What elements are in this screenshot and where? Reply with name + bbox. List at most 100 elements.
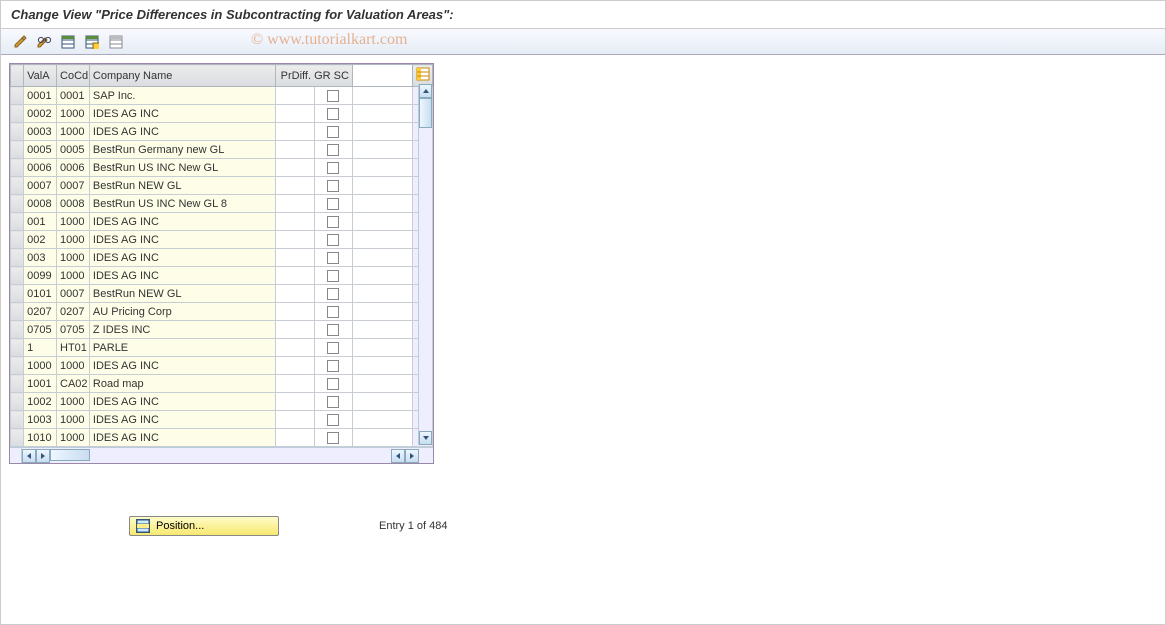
cell-prdiff-checkbox[interactable] [314,123,352,141]
cell-vala[interactable]: 0207 [24,303,57,321]
checkbox-icon[interactable] [327,126,339,138]
cell-vala[interactable]: 0002 [24,105,57,123]
select-all-icon[interactable] [59,33,77,51]
cell-cocd[interactable]: 0008 [57,195,90,213]
cell-prdiff-checkbox[interactable] [314,231,352,249]
cell-company-name[interactable]: IDES AG INC [89,249,275,267]
row-select-handle[interactable] [11,159,24,177]
row-select-handle[interactable] [11,429,24,447]
cell-cocd[interactable]: 1000 [57,123,90,141]
scroll-track[interactable] [419,98,432,431]
row-select-handle[interactable] [11,321,24,339]
cell-vala[interactable]: 0008 [24,195,57,213]
checkbox-icon[interactable] [327,414,339,426]
row-select-handle[interactable] [11,285,24,303]
checkbox-icon[interactable] [327,144,339,156]
cell-cocd[interactable]: 1000 [57,267,90,285]
row-select-handle[interactable] [11,303,24,321]
cell-cocd[interactable]: 1000 [57,357,90,375]
deselect-all-icon[interactable] [107,33,125,51]
cell-prdiff-checkbox[interactable] [314,177,352,195]
cell-company-name[interactable]: IDES AG INC [89,429,275,447]
cell-vala[interactable]: 0003 [24,123,57,141]
cell-cocd[interactable]: 1000 [57,105,90,123]
cell-company-name[interactable]: IDES AG INC [89,411,275,429]
cell-vala[interactable]: 1 [24,339,57,357]
row-select-handle[interactable] [11,123,24,141]
checkbox-icon[interactable] [327,288,339,300]
cell-prdiff-checkbox[interactable] [314,357,352,375]
cell-vala[interactable]: 1000 [24,357,57,375]
cell-vala[interactable]: 0007 [24,177,57,195]
row-select-handle[interactable] [11,267,24,285]
position-button[interactable]: Position... [129,516,279,536]
checkbox-icon[interactable] [327,396,339,408]
vertical-scrollbar[interactable] [418,84,432,445]
col-header-vala[interactable]: ValA [24,65,57,87]
cell-cocd[interactable]: 1000 [57,411,90,429]
checkbox-icon[interactable] [327,342,339,354]
cell-vala[interactable]: 0101 [24,285,57,303]
cell-vala[interactable]: 002 [24,231,57,249]
row-select-handle[interactable] [11,249,24,267]
checkbox-icon[interactable] [327,90,339,102]
cell-cocd[interactable]: 0001 [57,87,90,105]
hscroll-track[interactable] [50,449,391,463]
checkbox-icon[interactable] [327,216,339,228]
cell-cocd[interactable]: 0007 [57,177,90,195]
cell-cocd[interactable]: 0705 [57,321,90,339]
row-select-handle[interactable] [11,177,24,195]
cell-cocd[interactable]: CA02 [57,375,90,393]
cell-prdiff-checkbox[interactable] [314,213,352,231]
cell-prdiff-checkbox[interactable] [314,267,352,285]
cell-company-name[interactable]: BestRun Germany new GL [89,141,275,159]
cell-company-name[interactable]: IDES AG INC [89,105,275,123]
cell-cocd[interactable]: HT01 [57,339,90,357]
checkbox-icon[interactable] [327,360,339,372]
cell-prdiff-checkbox[interactable] [314,429,352,447]
scroll-left-button[interactable] [22,449,36,463]
checkbox-icon[interactable] [327,432,339,444]
row-select-handle[interactable] [11,339,24,357]
cell-company-name[interactable]: Road map [89,375,275,393]
cell-prdiff-checkbox[interactable] [314,321,352,339]
cell-vala[interactable]: 0705 [24,321,57,339]
cell-prdiff-checkbox[interactable] [314,285,352,303]
scroll-down-button[interactable] [419,431,432,445]
cell-prdiff-checkbox[interactable] [314,105,352,123]
cell-company-name[interactable]: BestRun US INC New GL [89,159,275,177]
cell-prdiff-checkbox[interactable] [314,303,352,321]
row-select-handle[interactable] [11,105,24,123]
cell-company-name[interactable]: Z IDES INC [89,321,275,339]
checkbox-icon[interactable] [327,306,339,318]
cell-prdiff-checkbox[interactable] [314,249,352,267]
cell-company-name[interactable]: BestRun NEW GL [89,285,275,303]
cell-company-name[interactable]: BestRun NEW GL [89,177,275,195]
cell-cocd[interactable]: 0006 [57,159,90,177]
checkbox-icon[interactable] [327,324,339,336]
cell-prdiff-checkbox[interactable] [314,375,352,393]
scroll-right-end-button[interactable] [405,449,419,463]
row-select-handle[interactable] [11,213,24,231]
cell-prdiff-checkbox[interactable] [314,159,352,177]
col-header-cocd[interactable]: CoCd [57,65,90,87]
change-pencil-icon[interactable] [11,33,29,51]
checkbox-icon[interactable] [327,234,339,246]
select-all-handle[interactable] [11,65,24,87]
checkbox-icon[interactable] [327,270,339,282]
cell-cocd[interactable]: 1000 [57,429,90,447]
cell-company-name[interactable]: PARLE [89,339,275,357]
row-select-handle[interactable] [11,231,24,249]
cell-prdiff-checkbox[interactable] [314,141,352,159]
cell-vala[interactable]: 1010 [24,429,57,447]
cell-vala[interactable]: 1001 [24,375,57,393]
row-select-handle[interactable] [11,357,24,375]
cell-company-name[interactable]: SAP Inc. [89,87,275,105]
cell-prdiff-checkbox[interactable] [314,87,352,105]
row-select-handle[interactable] [11,87,24,105]
row-select-handle[interactable] [11,411,24,429]
checkbox-icon[interactable] [327,162,339,174]
col-header-company-name[interactable]: Company Name [89,65,275,87]
cell-company-name[interactable]: IDES AG INC [89,393,275,411]
cell-cocd[interactable]: 0005 [57,141,90,159]
